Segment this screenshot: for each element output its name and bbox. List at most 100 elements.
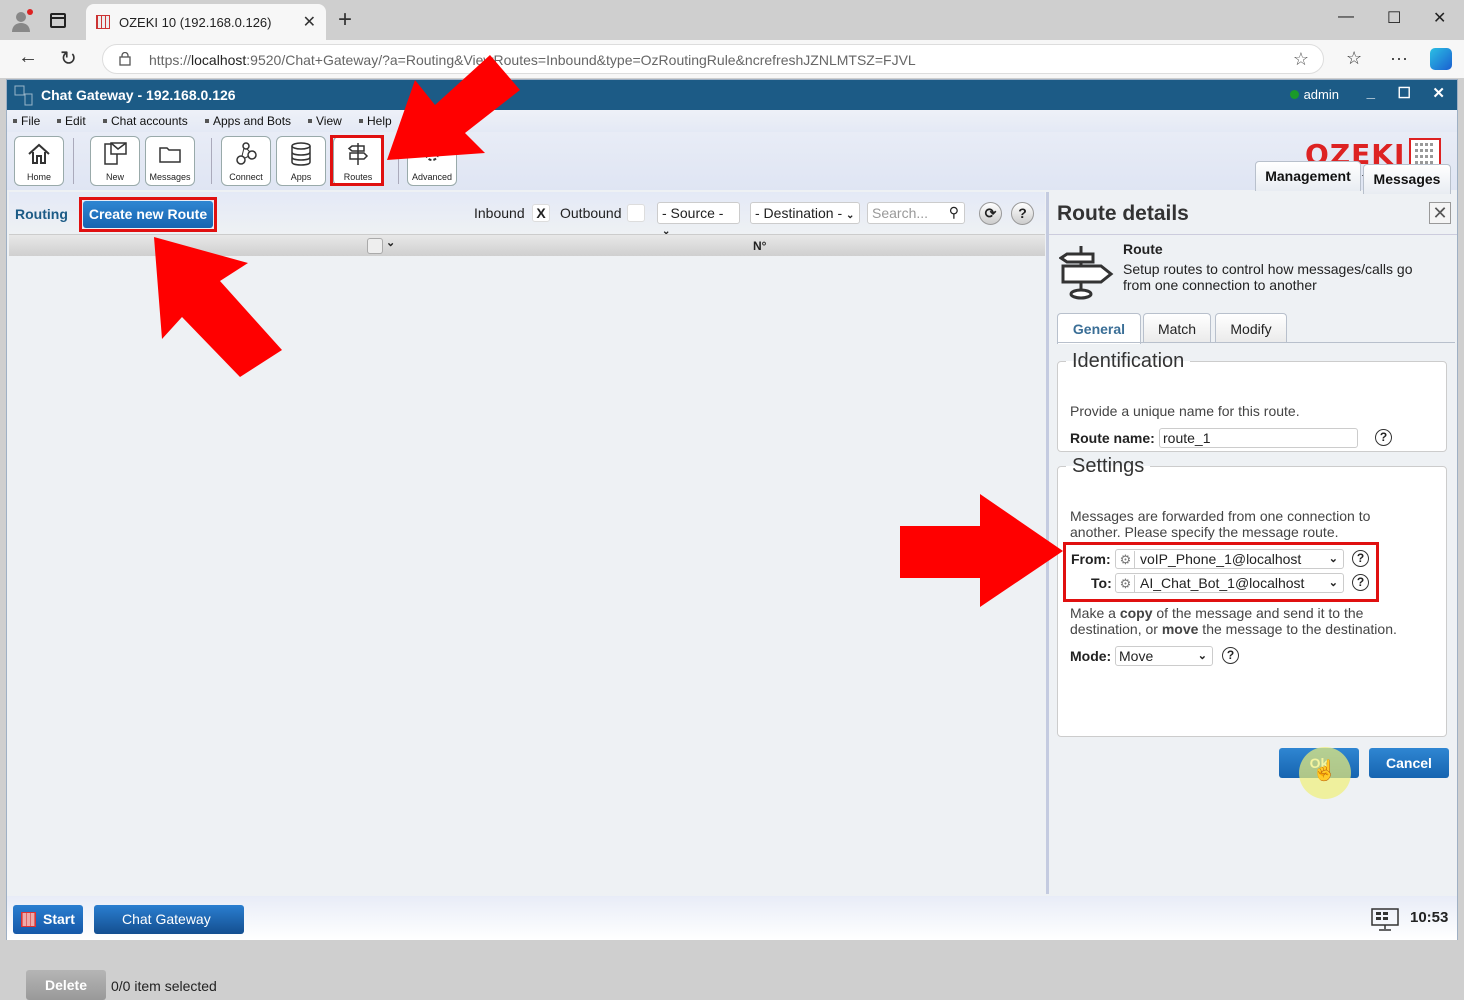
table-header: ⌄ N° bbox=[9, 234, 1045, 256]
route-name-label: Route name: bbox=[1070, 430, 1155, 446]
section-title: Routing bbox=[15, 206, 68, 222]
tab-actions-icon[interactable] bbox=[50, 13, 66, 28]
mode-description: Make a copy of the message and send it t… bbox=[1070, 605, 1397, 637]
toolbar-messages-button[interactable]: Messages bbox=[145, 136, 195, 186]
tab-general[interactable]: General bbox=[1057, 313, 1141, 344]
monitor-icon[interactable] bbox=[1371, 908, 1399, 932]
from-to-highlight-box bbox=[1063, 542, 1379, 602]
destination-select[interactable]: - Destination - ⌄ bbox=[750, 202, 860, 224]
close-window-icon[interactable]: ✕ bbox=[1433, 8, 1446, 28]
browser-tab[interactable]: OZEKI 10 (192.168.0.126) ✕ bbox=[86, 4, 326, 40]
connect-icon bbox=[236, 142, 257, 165]
selection-status: 0/0 item selected bbox=[111, 978, 217, 994]
select-menu-chevron-icon[interactable]: ⌄ bbox=[386, 236, 395, 249]
settings-group: Settings Messages are forwarded from one… bbox=[1057, 455, 1447, 737]
app-maximize-icon[interactable]: ☐ bbox=[1398, 84, 1411, 102]
select-all-checkbox[interactable] bbox=[367, 238, 383, 254]
back-icon[interactable]: ← bbox=[18, 46, 38, 69]
advanced-gear-icon bbox=[425, 147, 439, 161]
route-description: Setup routes to control how messages/cal… bbox=[1123, 261, 1413, 293]
app-close-icon[interactable]: ✕ bbox=[1432, 84, 1445, 102]
minimize-window-icon[interactable]: — bbox=[1338, 8, 1354, 26]
ozeki-favicon-icon bbox=[96, 15, 110, 29]
reload-icon[interactable]: ↻ bbox=[60, 46, 77, 71]
search-input[interactable]: Search... ⚲ bbox=[867, 202, 965, 224]
menu-edit[interactable]: Edit bbox=[57, 114, 86, 128]
tab-match[interactable]: Match bbox=[1143, 313, 1211, 343]
toolbar-separator bbox=[211, 138, 212, 184]
app-title-bar: Chat Gateway - 192.168.0.126 admin _ ☐ ✕ bbox=[7, 80, 1457, 110]
folder-icon bbox=[159, 147, 181, 163]
routes-list-pane: Routing Create new Route Inbound X Outbo… bbox=[9, 192, 1045, 1000]
route-name-help-icon[interactable]: ? bbox=[1375, 429, 1392, 446]
tab-underline bbox=[1057, 342, 1455, 343]
toolbar-apps-button[interactable]: Apps bbox=[276, 136, 326, 186]
browser-tab-bar: OZEKI 10 (192.168.0.126) ✕ + — ☐ ✕ bbox=[0, 0, 1464, 40]
divider bbox=[1049, 234, 1457, 235]
user-status[interactable]: admin bbox=[1289, 87, 1339, 102]
home-icon bbox=[28, 143, 50, 164]
more-menu-icon[interactable]: ··· bbox=[1390, 48, 1408, 69]
app-title: Chat Gateway - 192.168.0.126 bbox=[41, 87, 236, 103]
toolbar-home-button[interactable]: Home bbox=[14, 136, 64, 186]
help-button[interactable]: ? bbox=[1011, 202, 1034, 225]
toolbar: Home New Messages Connect Apps Routes Ad… bbox=[7, 132, 1457, 190]
chat-gateway-logo-icon bbox=[14, 85, 33, 106]
toolbar-connect-button[interactable]: Connect bbox=[221, 136, 271, 186]
outbound-label: Outbound bbox=[560, 205, 622, 221]
routes-highlight-box bbox=[330, 135, 384, 186]
source-select[interactable]: - Source - ⌄ bbox=[657, 202, 740, 237]
routes-list-header: Routing Create new Route Inbound X Outbo… bbox=[9, 192, 1045, 237]
toolbar-separator bbox=[398, 138, 399, 184]
outbound-checkbox[interactable] bbox=[627, 204, 645, 222]
route-details-title: Route details bbox=[1057, 202, 1189, 225]
toolbar-separator bbox=[73, 138, 74, 184]
favorite-star-icon[interactable]: ☆ bbox=[1293, 49, 1309, 70]
browser-tab-title: OZEKI 10 (192.168.0.126) bbox=[119, 15, 272, 30]
copilot-icon[interactable] bbox=[1430, 48, 1452, 70]
route-details-pane: Route details ✕ Route Setup routes to co… bbox=[1049, 192, 1457, 930]
menu-apps-and-bots[interactable]: Apps and Bots bbox=[205, 114, 291, 128]
route-name-input[interactable]: route_1 bbox=[1159, 428, 1358, 448]
toolbar-advanced-button[interactable]: Advanced bbox=[407, 136, 457, 186]
menu-view[interactable]: View bbox=[308, 114, 342, 128]
tab-messages[interactable]: Messages bbox=[1363, 164, 1451, 194]
clock: 10:53 bbox=[1410, 909, 1449, 926]
app-taskbar: Start Chat Gateway 10:53 bbox=[7, 896, 1457, 940]
tab-modify[interactable]: Modify bbox=[1215, 313, 1287, 343]
toolbar-new-button[interactable]: New bbox=[90, 136, 140, 186]
close-details-button[interactable]: ✕ bbox=[1429, 202, 1451, 224]
settings-legend: Settings bbox=[1072, 455, 1145, 477]
app-minimize-icon[interactable]: _ bbox=[1367, 84, 1375, 101]
url-text: https://localhost:9520/Chat+Gateway/?a=R… bbox=[149, 52, 916, 68]
route-signpost-icon bbox=[1059, 246, 1114, 300]
menu-file[interactable]: File bbox=[13, 114, 40, 128]
column-number-header[interactable]: N° bbox=[753, 239, 766, 253]
menu-chat-accounts[interactable]: Chat accounts bbox=[103, 114, 188, 128]
mode-help-icon[interactable]: ? bbox=[1222, 647, 1239, 664]
new-tab-icon[interactable]: + bbox=[338, 6, 352, 34]
delete-button[interactable]: Delete bbox=[26, 970, 106, 1000]
inbound-checkbox[interactable]: X bbox=[532, 204, 550, 222]
create-route-highlight-box bbox=[79, 197, 217, 232]
ozeki-start-icon bbox=[21, 912, 36, 927]
refresh-button[interactable]: ⟳ bbox=[979, 202, 1002, 225]
menu-help[interactable]: Help bbox=[359, 114, 392, 128]
identification-legend: Identification bbox=[1072, 350, 1185, 372]
profile-icon[interactable] bbox=[10, 8, 34, 32]
identification-text: Provide a unique name for this route. bbox=[1070, 403, 1300, 419]
close-tab-icon[interactable]: ✕ bbox=[303, 12, 316, 32]
search-icon: ⚲ bbox=[948, 204, 959, 220]
mode-select[interactable]: Move ⌄ bbox=[1115, 646, 1213, 666]
hand-cursor-icon: ☝ bbox=[1312, 760, 1337, 782]
app-window: Chat Gateway - 192.168.0.126 admin _ ☐ ✕… bbox=[6, 79, 1458, 1000]
identification-group: Identification Provide a unique name for… bbox=[1057, 350, 1447, 452]
menu-bar: File Edit Chat accounts Apps and Bots Vi… bbox=[7, 110, 1457, 132]
taskbar-chat-gateway[interactable]: Chat Gateway bbox=[94, 905, 244, 934]
url-input[interactable]: https://localhost:9520/Chat+Gateway/?a=R… bbox=[102, 44, 1324, 74]
tab-management[interactable]: Management bbox=[1255, 161, 1361, 191]
cancel-button[interactable]: Cancel bbox=[1369, 748, 1449, 778]
favorites-icon[interactable]: ☆ bbox=[1346, 48, 1362, 69]
start-button[interactable]: Start bbox=[13, 905, 83, 934]
maximize-window-icon[interactable]: ☐ bbox=[1387, 8, 1401, 28]
